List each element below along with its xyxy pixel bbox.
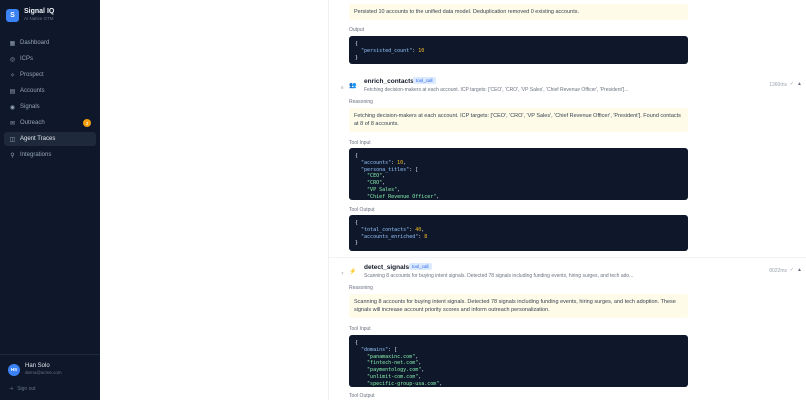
logo: S — [6, 8, 19, 22]
sidebar-item-label: Agent Traces — [20, 136, 56, 142]
enrich-tool-input-code: { "accounts": 10, "persona_titles": [ "C… — [349, 148, 688, 200]
step-name: enrich_contacts — [364, 78, 414, 85]
trace-icon: ◫ — [9, 136, 16, 143]
detect-tool-output-label: Tool Output — [349, 393, 375, 399]
mail-icon: ✉ — [9, 120, 16, 127]
users-icon: 👥 — [349, 82, 357, 89]
step-name: detect_signals — [364, 264, 410, 271]
step-divider — [329, 257, 806, 258]
target-icon: ◎ — [9, 56, 16, 63]
persist-output-label: Output — [349, 27, 365, 33]
brand[interactable]: S Signal IQ AI Native GTM — [6, 8, 54, 22]
dashboard-icon: ▦ — [9, 40, 16, 47]
tool-call-badge: tool_call — [409, 263, 432, 270]
check-icon: ✓ — [789, 267, 794, 273]
building-icon: ▤ — [9, 88, 16, 95]
sidebar-item-prospect[interactable]: ✧ Prospect — [4, 68, 96, 82]
sidebar-item-signals[interactable]: ◉ Signals — [4, 100, 96, 114]
sidebar: S Signal IQ AI Native GTM ▦ Dashboard ◎ ICP… — [0, 0, 100, 400]
trace-panel[interactable]: Persisted 10 accounts to the unified dat… — [328, 0, 806, 400]
sidebar-item-icps[interactable]: ◎ ICPs — [4, 52, 96, 66]
sidebar-item-label: Prospect — [20, 72, 44, 78]
enrich-tool-output-code: { "total_contacts": 40, "accounts_enrich… — [349, 215, 688, 251]
step-number: 7 — [341, 271, 344, 276]
user-profile[interactable]: HS Han Solo demo@acme.com — [8, 363, 62, 376]
user-email: demo@acme.com — [25, 370, 62, 375]
radio-icon: ◉ — [9, 104, 16, 111]
persist-reasoning: Persisted 10 accounts to the unified dat… — [349, 4, 688, 20]
chevron-up-icon[interactable]: ▲ — [797, 81, 802, 87]
brand-name: Signal IQ — [24, 8, 55, 15]
enrich-tool-output-label: Tool Output — [349, 207, 375, 213]
enrich-reasoning-label: Reasoning — [349, 99, 373, 105]
sidebar-item-agent-traces[interactable]: ◫ Agent Traces — [4, 132, 96, 146]
sidebar-item-outreach[interactable]: ✉ Outreach 3 — [4, 116, 96, 130]
detect-reasoning: Scanning 8 accounts for buying intent si… — [349, 294, 688, 318]
trace-step-enrich-contacts[interactable]: 6 👥 enrich_contacts tool_call Fetching d… — [329, 77, 806, 96]
sign-out-icon: ⇥ — [9, 386, 14, 392]
sidebar-item-label: Integrations — [20, 152, 52, 158]
sidebar-item-integrations[interactable]: ⚲ Integrations — [4, 148, 96, 162]
tool-call-badge: tool_call — [413, 77, 436, 84]
detect-tool-input-code: { "domains": [ "panamaxinc.com", "fintec… — [349, 335, 688, 387]
enrich-tool-input-label: Tool Input — [349, 140, 371, 146]
sidebar-divider — [0, 354, 100, 355]
sidebar-nav: ▦ Dashboard ◎ ICPs ✧ Prospect ▤ Accounts ◉ Signal… — [4, 36, 96, 164]
avatar: HS — [8, 363, 20, 376]
sparkle-icon: ✧ — [9, 72, 16, 79]
sidebar-item-label: ICPs — [20, 56, 34, 62]
check-icon: ✓ — [789, 81, 794, 87]
signal-icon: ⚡ — [349, 268, 357, 275]
step-description: Scanning 8 accounts for buying intent si… — [364, 273, 634, 279]
detect-reasoning-label: Reasoning — [349, 285, 373, 291]
trace-step-detect-signals[interactable]: 7 ⚡ detect_signals tool_call Scanning 8 … — [329, 263, 806, 282]
sign-out-label: Sign out — [17, 386, 36, 392]
sidebar-item-label: Outreach — [20, 120, 45, 126]
step-description: Fetching decision-makers at each account… — [364, 87, 629, 93]
user-name: Han Solo — [25, 363, 50, 369]
sign-out-button[interactable]: ⇥ Sign out — [9, 386, 36, 392]
persist-output-code: { "persisted_count": 10 } — [349, 36, 688, 64]
main-content: Persisted 10 accounts to the unified dat… — [100, 0, 806, 400]
notification-badge: 3 — [83, 119, 91, 127]
step-duration: 8022ms — [769, 268, 787, 274]
sidebar-item-label: Dashboard — [20, 40, 50, 46]
step-duration: 1360ms — [769, 82, 787, 88]
enrich-reasoning: Fetching decision-makers at each account… — [349, 108, 688, 132]
step-number: 6 — [341, 85, 344, 90]
brand-subtitle: AI Native GTM — [24, 16, 54, 21]
sidebar-item-label: Signals — [20, 104, 40, 110]
sidebar-item-dashboard[interactable]: ▦ Dashboard — [4, 36, 96, 50]
sidebar-item-accounts[interactable]: ▤ Accounts — [4, 84, 96, 98]
plug-icon: ⚲ — [10, 152, 15, 159]
chevron-up-icon[interactable]: ▲ — [797, 267, 802, 273]
detect-tool-input-label: Tool Input — [349, 326, 371, 332]
sidebar-item-label: Accounts — [20, 88, 45, 94]
